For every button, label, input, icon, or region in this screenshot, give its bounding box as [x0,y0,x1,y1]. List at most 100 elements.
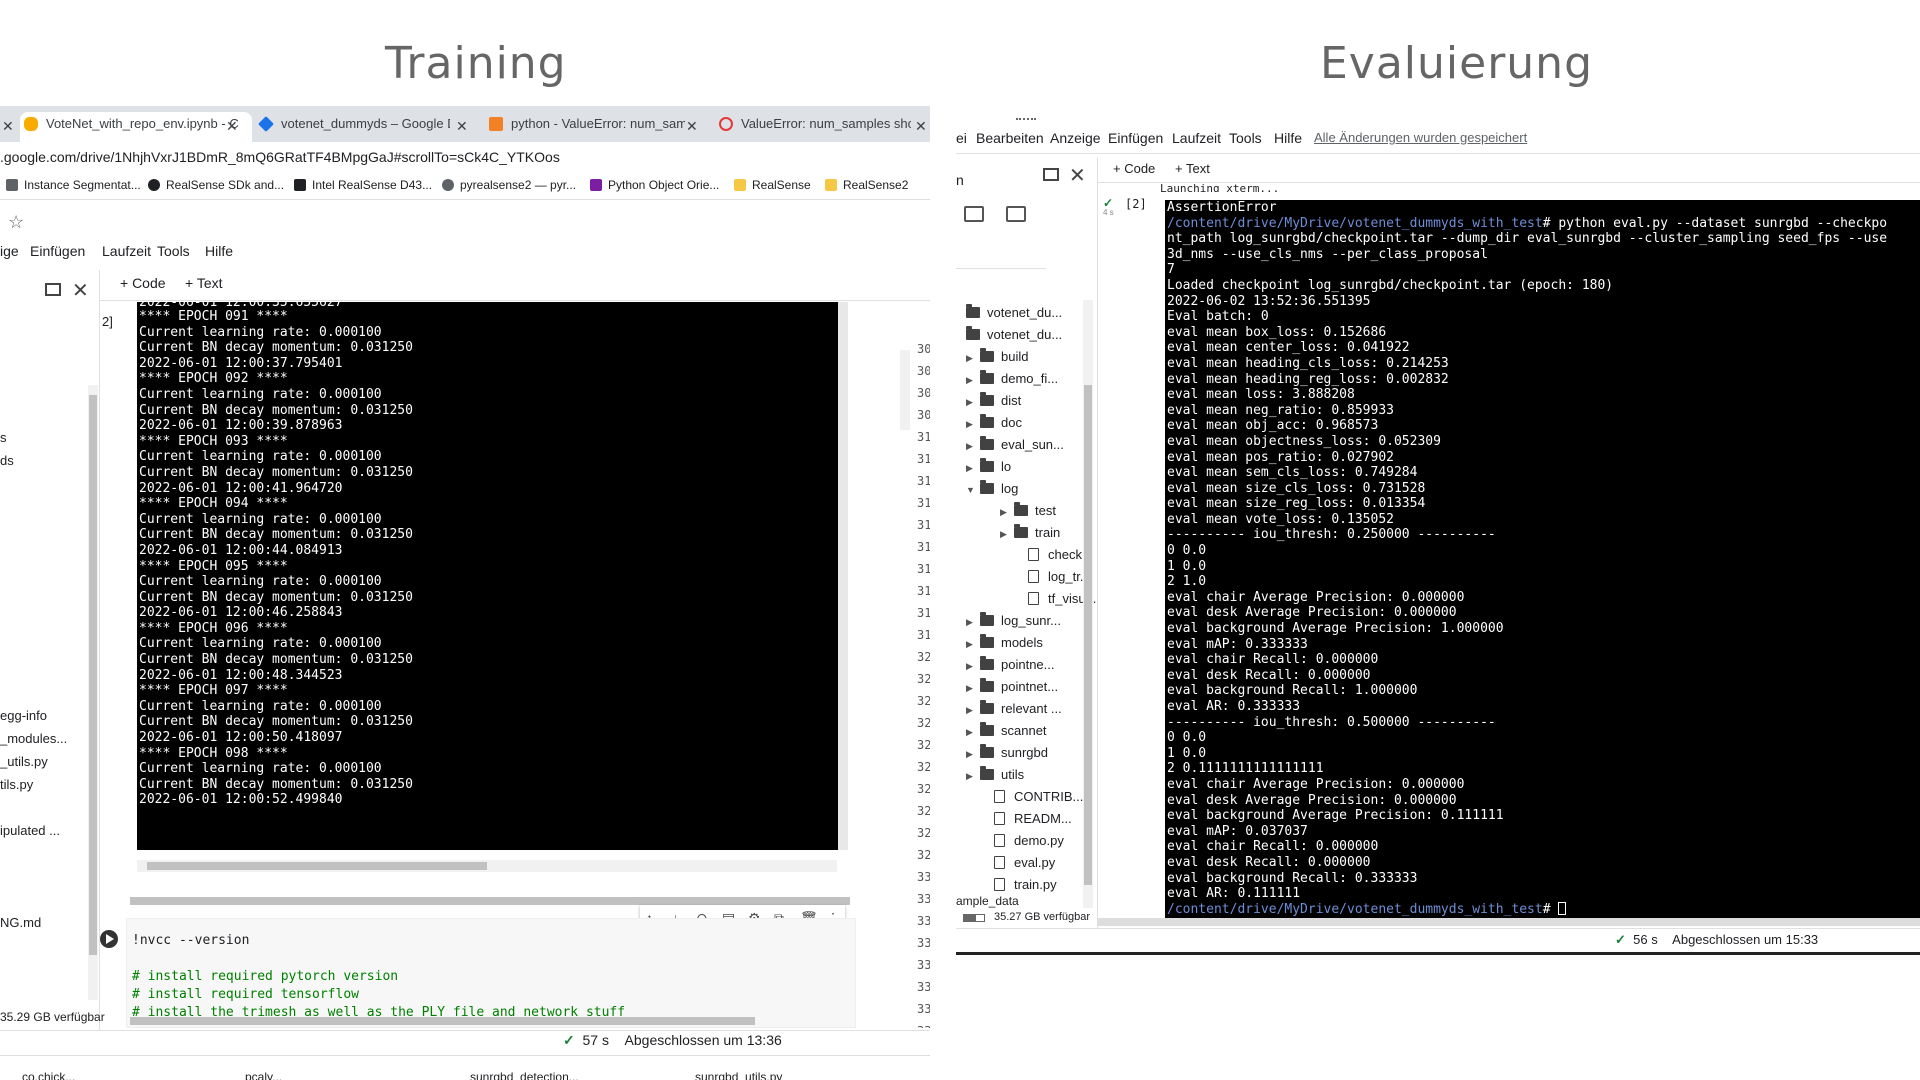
file-tree-item[interactable]: tf_visu... [982,588,1096,610]
file-tree-item[interactable]: votenet_du... [966,302,1062,324]
download-item[interactable]: pcaly... [245,1070,282,1080]
menu-item-view[interactable]: Anzeige [1050,130,1101,146]
file-tree-item[interactable]: ▶ sunrgbd [966,742,1048,764]
file-tree-item[interactable]: ▶ utils [966,764,1024,786]
url-bar[interactable]: .google.com/drive/1NhjhVxrJ1BDmR_8mQ6GRa… [0,142,930,172]
close-icon[interactable]: ✕ [72,278,89,303]
file-tree-item[interactable]: check... [982,544,1093,566]
horizontal-scrollbar[interactable] [137,860,837,872]
file-tree-item[interactable]: READM... [966,808,1072,830]
bookmark-folder[interactable]: RealSense [734,178,811,192]
file-tree-item[interactable]: ▶ pointnet... [966,676,1058,698]
scroll-thumb[interactable] [1084,385,1092,885]
close-icon[interactable]: ✕ [226,118,238,135]
sidebar-scrollbar[interactable] [88,385,98,1000]
file-item[interactable]: ds [0,453,14,468]
file-tree-item[interactable]: ▶ demo_fi... [966,368,1058,390]
file-item-sample-data[interactable]: ample_data [956,894,1019,908]
close-icon[interactable]: ✕ [2,118,14,135]
file-tree-item[interactable]: ▼ log [966,478,1018,500]
chevron-down-icon[interactable]: ▼ [966,479,980,501]
tab-colab[interactable]: VoteNet_with_repo_env.ipynb - C [20,112,252,142]
tab-drive[interactable]: votenet_dummyds – Google Driv [255,112,450,142]
file-item[interactable]: NG.md [0,915,41,930]
menu-item-edit[interactable]: Bearbeiten [976,130,1044,146]
menu-item-insert[interactable]: Einfügen [1108,130,1163,146]
tab-opera[interactable]: ValueError: num_samples should [715,112,911,142]
file-tree-item[interactable]: ▶ relevant ... [966,698,1062,720]
cell-scrollbar[interactable] [1098,918,1920,926]
file-tree-item[interactable]: ▶ build [966,346,1028,368]
bookmark-item[interactable]: Instance Segmentat... [6,178,141,192]
chevron-right-icon[interactable]: ▶ [966,721,980,743]
file-tree-item[interactable]: ▶ doc [966,412,1022,434]
file-tree-item[interactable]: ▶ dist [966,390,1021,412]
download-item[interactable]: sunrgbd_utils.py [695,1070,782,1080]
file-item[interactable]: s [0,430,7,445]
file-tree-item[interactable]: eval.py [966,852,1055,874]
upload-folder-icon[interactable] [964,206,984,222]
chevron-right-icon[interactable]: ▶ [1000,523,1014,545]
file-tree-item[interactable]: ▶ test [982,500,1056,522]
menu-item-help[interactable]: Hilfe [205,243,233,259]
file-tree-scrollbar[interactable] [1083,300,1093,908]
close-icon[interactable]: ✕ [686,118,698,135]
chevron-right-icon[interactable]: ▶ [966,765,980,787]
saved-status-link[interactable]: Alle Änderungen wurden gespeichert [1314,130,1527,145]
chevron-right-icon[interactable]: ▶ [966,347,980,369]
file-tree-item[interactable]: ▶ pointne... [966,654,1055,676]
add-text-button[interactable]: + Text [185,275,223,291]
file-tree-item[interactable]: demo.py [966,830,1064,852]
menu-item-runtime[interactable]: Laufzeit [102,243,151,259]
chevron-right-icon[interactable]: ▶ [966,611,980,633]
add-code-button[interactable]: + Code [1113,161,1155,176]
bookmark-folder[interactable]: RealSense2 [825,178,908,192]
star-icon[interactable]: ☆ [8,212,24,233]
add-code-button[interactable]: + Code [120,275,166,291]
file-tree-item[interactable]: train.py [966,874,1057,896]
close-icon[interactable]: ✕ [1069,163,1086,188]
menu-item-tools[interactable]: Tools [1229,130,1262,146]
menu-item-insert[interactable]: Einfügen [30,243,85,259]
chevron-right-icon[interactable]: ▶ [966,435,980,457]
download-item[interactable]: co.chick... [22,1070,75,1080]
menu-item[interactable]: ei [956,130,967,146]
menu-item[interactable]: ige [0,243,19,259]
drive-folder-icon[interactable] [1006,206,1026,222]
chevron-right-icon[interactable]: ▶ [966,633,980,655]
bookmark-item[interactable]: Intel RealSense D43... [294,178,432,192]
chevron-right-icon[interactable]: ▶ [966,457,980,479]
close-icon[interactable]: ✕ [915,118,927,135]
file-tree-item[interactable]: log_tr... [982,566,1091,588]
chevron-right-icon[interactable]: ▶ [966,743,980,765]
file-item[interactable]: _utils.py [0,754,48,769]
file-tree-item[interactable]: ▶ eval_sun... [966,434,1064,456]
cell-scrollbar[interactable] [130,897,850,905]
chevron-right-icon[interactable]: ▶ [1000,501,1014,523]
window-icon[interactable] [1043,168,1059,181]
close-icon[interactable]: ✕ [456,118,468,135]
file-tree-item[interactable]: ▶ train [982,522,1060,544]
chevron-right-icon[interactable]: ▶ [966,655,980,677]
bookmark-item[interactable]: RealSense SDk and... [148,178,284,192]
chevron-right-icon[interactable]: ▶ [966,369,980,391]
file-item[interactable]: egg-info [0,708,47,723]
file-item[interactable]: ipulated ... [0,823,60,838]
chevron-right-icon[interactable]: ▶ [966,391,980,413]
scroll-thumb[interactable] [89,395,97,955]
add-text-button[interactable]: + Text [1175,161,1210,176]
chevron-right-icon[interactable]: ▶ [966,413,980,435]
chevron-right-icon[interactable]: ▶ [966,699,980,721]
code-scrollbar[interactable] [130,1017,755,1025]
download-item[interactable]: sunrgbd_detection... [470,1070,579,1080]
bookmark-item[interactable]: pyrealsense2 — pyr... [442,178,576,192]
menu-item-tools[interactable]: Tools [157,243,190,259]
file-tree-item[interactable]: ▶ lo [966,456,1011,478]
editor-scrollbar[interactable] [900,350,910,430]
menu-item-help[interactable]: Hilfe [1274,130,1302,146]
bookmark-item[interactable]: Python Object Orie... [590,178,719,192]
menu-item-runtime[interactable]: Laufzeit [1172,130,1221,146]
file-item[interactable]: tils.py [0,777,33,792]
chevron-right-icon[interactable]: ▶ [966,677,980,699]
file-tree-item[interactable]: ▶ log_sunr... [966,610,1061,632]
